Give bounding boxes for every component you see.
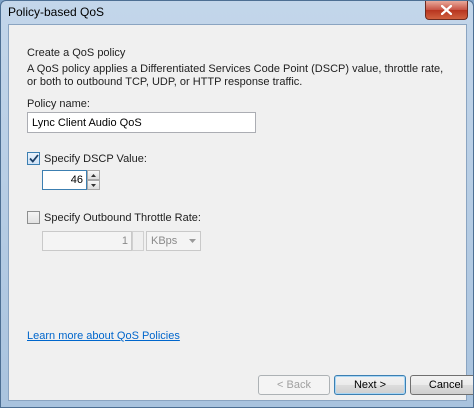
next-button[interactable]: Next > [334,375,406,395]
dialog-content: Create a QoS policy A QoS policy applies… [8,24,473,401]
arrow-down-icon [91,183,96,187]
dscp-spin-up-button[interactable] [87,170,100,180]
dscp-checkbox-row[interactable]: Specify DSCP Value: [27,152,147,165]
dscp-checkbox-label: Specify DSCP Value: [44,152,147,165]
policy-name-input[interactable] [27,112,256,133]
learn-more-link[interactable]: Learn more about QoS Policies [27,330,180,342]
throttle-checkbox-label: Specify Outbound Throttle Rate: [44,211,201,224]
cancel-button[interactable]: Cancel [410,375,473,395]
throttle-unit-select: KBps [146,231,201,251]
close-icon [441,5,452,15]
throttle-checkbox[interactable] [27,211,40,224]
checkmark-icon [28,154,39,163]
dscp-value-input[interactable] [42,170,87,190]
back-button: < Back [258,375,330,395]
throttle-unit-value: KBps [151,235,178,247]
qos-dialog-window: Policy-based QoS Create a QoS policy A Q… [0,0,474,408]
dscp-spin-down-button[interactable] [87,180,100,190]
throttle-rate-input [42,231,132,251]
chevron-down-icon [189,239,196,243]
throttle-checkbox-row[interactable]: Specify Outbound Throttle Rate: [27,211,201,224]
policy-name-label: Policy name: [27,98,90,110]
arrow-up-icon [91,173,96,177]
page-description: A QoS policy applies a Differentiated Se… [27,63,444,88]
window-title: Policy-based QoS [8,5,105,19]
dscp-spinner [87,170,100,190]
throttle-spinner [132,231,144,251]
close-button[interactable] [425,1,468,20]
title-bar[interactable]: Policy-based QoS [1,1,473,23]
page-heading: Create a QoS policy [27,47,126,59]
dscp-checkbox[interactable] [27,152,40,165]
